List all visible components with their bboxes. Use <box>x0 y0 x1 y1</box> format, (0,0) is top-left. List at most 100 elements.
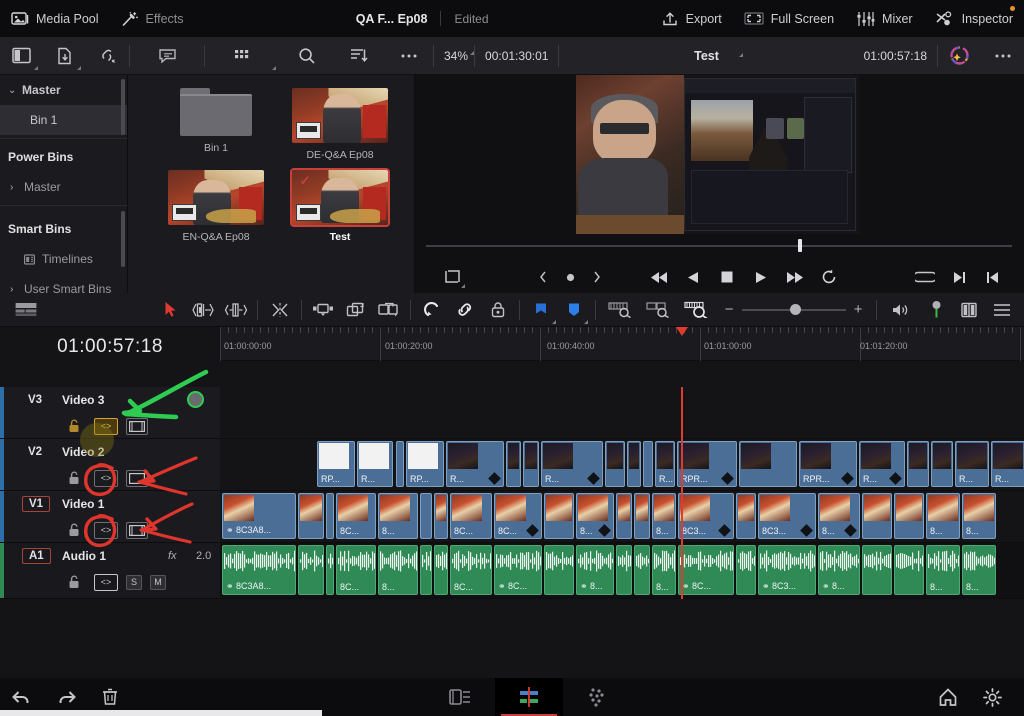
video-clip[interactable] <box>605 441 625 487</box>
audio-clip[interactable]: 8C... <box>336 545 376 595</box>
marker-icon[interactable] <box>558 293 591 327</box>
mark-in-icon[interactable] <box>976 261 1010 293</box>
audio-clip[interactable] <box>894 545 924 595</box>
next-keyframe-icon[interactable] <box>580 261 614 293</box>
track-header-a1[interactable]: A1 Audio 1 fx 2.0 <> S M <box>0 543 220 599</box>
audio-clip[interactable]: ⚭ 8C... <box>494 545 542 595</box>
video-clip[interactable] <box>298 493 324 539</box>
effects-button[interactable]: Effects <box>110 0 195 37</box>
color-wheel-icon[interactable] <box>938 37 981 75</box>
video-clip[interactable]: ⚭ 8C3A8... <box>222 493 296 539</box>
video-clip[interactable]: R... <box>991 441 1024 487</box>
keyframe-marker[interactable] <box>718 524 731 537</box>
timeline-options-icon[interactable] <box>985 293 1018 327</box>
video-clip[interactable]: 8... <box>378 493 418 539</box>
import-media-icon[interactable] <box>43 37 86 75</box>
lane-v1[interactable]: ⚭ 8C3A8... 8C... 8... 8C... 8C... 8... 8... 8C3… <box>220 491 1024 543</box>
video-clip[interactable]: R... <box>357 441 393 487</box>
audio-clip[interactable]: 8... <box>926 545 960 595</box>
pool-item-bin[interactable]: Bin 1 <box>154 88 278 161</box>
track-enable-icon[interactable] <box>126 521 148 539</box>
video-clip[interactable]: R... <box>955 441 989 487</box>
video-clip[interactable] <box>506 441 521 487</box>
blade-edit-icon[interactable] <box>263 293 296 327</box>
video-clip[interactable] <box>544 493 574 539</box>
unlock-icon[interactable] <box>62 470 86 487</box>
video-clip[interactable] <box>894 493 924 539</box>
loop-icon[interactable] <box>812 261 846 293</box>
audio-clip[interactable]: ⚭ 8C3A8... <box>222 545 296 595</box>
audio-clip[interactable]: 8... <box>652 545 676 595</box>
audio-clip[interactable] <box>298 545 324 595</box>
zoom-slider-knob[interactable] <box>789 304 801 315</box>
track-header-v3[interactable]: V3 Video 3 <> <box>0 387 220 439</box>
auto-select-icon[interactable]: <> <box>94 521 118 539</box>
audio-clip[interactable]: ⚭ 8C... <box>678 545 734 595</box>
keyframe-marker[interactable] <box>800 524 813 537</box>
search-icon[interactable] <box>281 37 333 75</box>
audio-clip[interactable] <box>326 545 334 595</box>
timeline-ruler[interactable]: 01:00:00:00 01:00:20:00 01:00:40:00 01:0… <box>220 327 1024 361</box>
keyframe-marker[interactable] <box>488 472 501 485</box>
timeline-name[interactable]: Test <box>559 49 853 63</box>
unlink-clip-icon[interactable] <box>86 37 129 75</box>
playhead-handle[interactable] <box>676 327 688 336</box>
video-clip[interactable]: 8C... <box>494 493 542 539</box>
sidebar-item-timelines[interactable]: Timelines <box>0 244 127 274</box>
sidebar-item-bin-1[interactable]: Bin 1 <box>0 105 127 135</box>
keyframe-marker[interactable] <box>841 472 854 485</box>
fairlight-page-icon[interactable] <box>563 678 631 716</box>
video-clip[interactable] <box>627 441 641 487</box>
mute-button[interactable]: M <box>150 574 166 590</box>
video-clip[interactable] <box>643 441 653 487</box>
stop-icon[interactable] <box>710 261 744 293</box>
video-clip[interactable]: 8... <box>962 493 996 539</box>
keyframe-marker[interactable] <box>844 524 857 537</box>
audio-speaker-icon[interactable] <box>882 293 920 327</box>
auto-select-icon[interactable]: <> <box>94 573 118 591</box>
video-clip[interactable] <box>907 441 929 487</box>
flag-icon[interactable] <box>525 293 558 327</box>
edit-page-icon[interactable] <box>495 678 563 716</box>
zoom-level[interactable]: 34% <box>434 49 475 63</box>
audio-clip[interactable] <box>634 545 650 595</box>
video-clip[interactable]: RP... <box>317 441 355 487</box>
prev-keyframe-icon[interactable] <box>526 261 560 293</box>
pool-item-timeline-test[interactable]: ✓ Test <box>278 168 402 243</box>
mixer-button[interactable]: Mixer <box>845 0 924 37</box>
selection-arrow-icon[interactable] <box>154 293 187 327</box>
video-clip[interactable]: 8... <box>652 493 676 539</box>
track-enable-icon[interactable] <box>126 417 148 435</box>
audio-clip[interactable] <box>616 545 632 595</box>
video-clip[interactable]: R... <box>541 441 603 487</box>
video-clip[interactable] <box>931 441 953 487</box>
lane-v2[interactable]: RP... R... RP... R... R... R... RPR... RPR... R.… <box>220 439 1024 491</box>
video-clip[interactable] <box>326 493 334 539</box>
auto-select-icon[interactable]: <> <box>94 417 118 435</box>
lane-a1[interactable]: ⚭ 8C3A8... 8C... 8... 8C... ⚭ 8C... ⚭ 8... 8..… <box>220 543 1024 599</box>
match-frame-icon[interactable] <box>908 261 942 293</box>
jump-to-start-icon[interactable] <box>642 261 676 293</box>
zoom-in-button[interactable]: + <box>846 293 871 327</box>
keyframe-marker[interactable] <box>526 524 539 537</box>
keyframe-marker[interactable] <box>889 472 902 485</box>
video-clip[interactable]: R... <box>655 441 675 487</box>
video-clip[interactable]: 8C3... <box>678 493 734 539</box>
zoom-detail-icon[interactable] <box>640 293 678 327</box>
sort-order-icon[interactable] <box>333 37 385 75</box>
unlock-icon[interactable] <box>62 574 86 591</box>
video-clip[interactable] <box>396 441 404 487</box>
sidebar-item-power-master[interactable]: › Master <box>0 172 127 202</box>
link-clips-icon[interactable] <box>449 293 482 327</box>
pool-item-clip-de[interactable]: DE-Q&A Ep08 <box>278 88 402 161</box>
video-clip[interactable]: RPR... <box>677 441 737 487</box>
video-clip[interactable]: RP... <box>406 441 444 487</box>
gear-icon[interactable] <box>970 678 1014 716</box>
insert-clip-icon[interactable] <box>307 293 340 327</box>
export-button[interactable]: Export <box>650 0 733 37</box>
zoom-custom-icon[interactable] <box>678 293 716 327</box>
viewer-scrubber-track[interactable] <box>426 245 1012 247</box>
keyframe-marker[interactable] <box>721 472 734 485</box>
more-options-icon[interactable] <box>385 37 433 75</box>
timeline-view-icon[interactable] <box>10 293 43 327</box>
